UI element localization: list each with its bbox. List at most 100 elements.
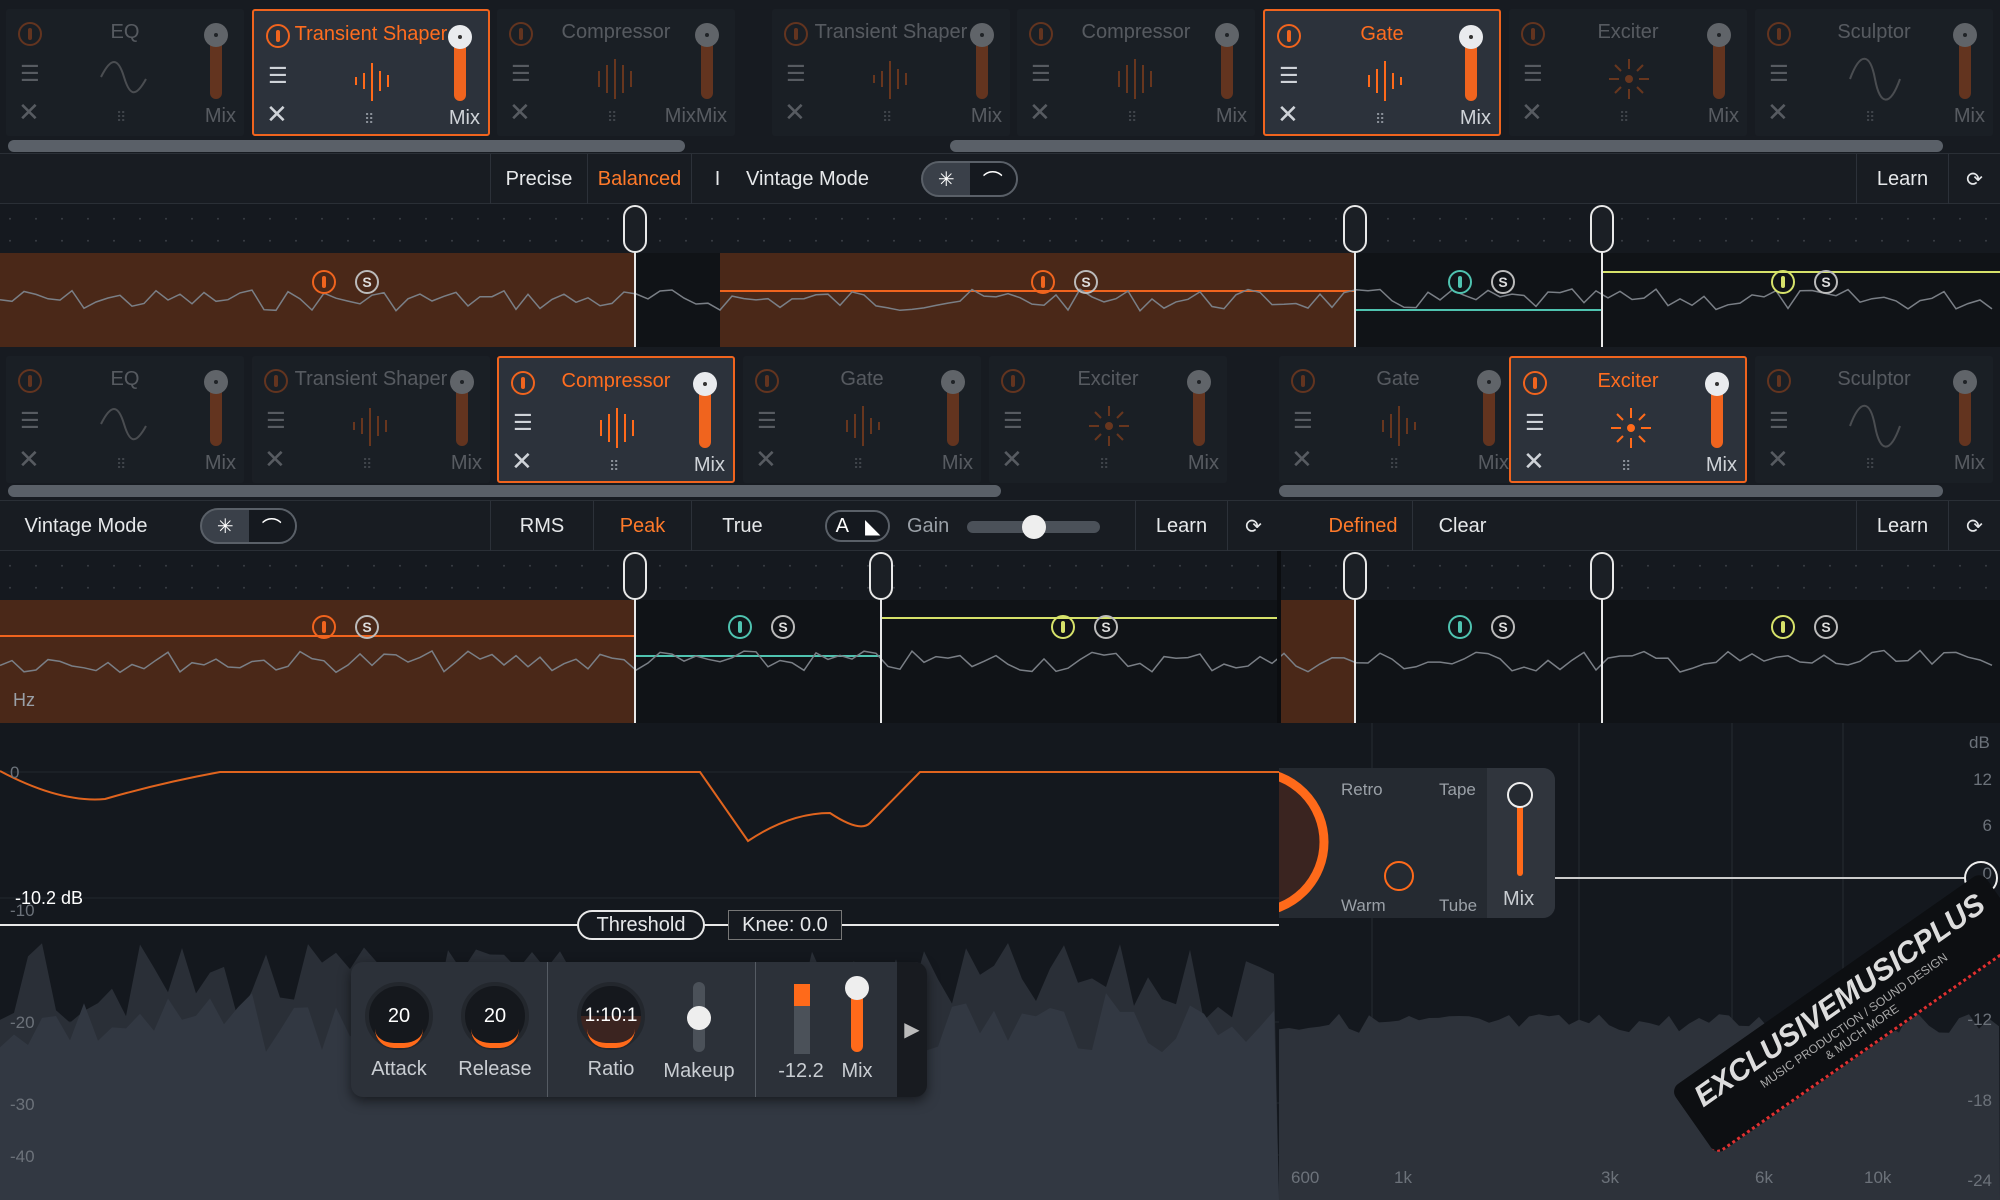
drag-handle-icon[interactable]: ⠿ [1865,109,1876,126]
makeup-slider[interactable] [687,982,711,1052]
crossover-handle[interactable] [869,552,893,600]
mode-toggle-2[interactable]: ✳ ⌒ [200,508,297,544]
close-icon[interactable]: ✕ [18,97,40,128]
refresh-icon[interactable]: ⟳ [1948,154,2000,205]
learn-button[interactable]: Learn [1856,154,1948,205]
mix-slider-knob[interactable] [450,370,474,394]
list-icon[interactable]: ☰ [1279,63,1299,89]
mix-slider-knob[interactable] [1953,23,1977,47]
drag-handle-icon[interactable]: ⠿ [1127,109,1138,126]
retro-label[interactable]: Retro [1341,780,1383,800]
tape-label[interactable]: Tape [1439,780,1476,800]
list-icon[interactable]: ☰ [1293,408,1313,434]
drag-handle-icon[interactable]: ⠿ [364,111,375,128]
list-icon[interactable]: ☰ [1031,61,1051,87]
mix-slider-knob[interactable] [941,370,965,394]
module-gate[interactable]: Gate ☰ ✕ ⠿ Mix [1279,356,1517,483]
mode-toggle[interactable]: ✳ ⌒ [921,161,1018,197]
list-icon[interactable]: ☰ [1769,61,1789,87]
mix-slider-knob[interactable] [204,370,228,394]
module-exciter[interactable]: Exciter ☰ ✕ ⠿ Mix [989,356,1227,483]
mix-slider-knob[interactable] [1707,23,1731,47]
balanced-button[interactable]: Balanced [587,154,691,205]
module-transient-shaper[interactable]: Transient Shaper ☰ ✕ ⠿ Mix [772,9,1010,136]
module-scrollbar-right[interactable] [950,140,1943,152]
gain-slider[interactable] [967,515,1100,539]
close-icon[interactable]: ✕ [1277,99,1299,130]
module-sculptor[interactable]: Sculptor ☰ ✕ ⠿ Mix [1755,9,1993,136]
exciter-mix-slider[interactable] [1507,782,1533,876]
mix-slider-knob[interactable] [970,23,994,47]
band-region-selected[interactable] [1279,600,1355,723]
list-icon[interactable]: ☰ [511,61,531,87]
drag-handle-icon[interactable]: ⠿ [1099,456,1110,473]
list-icon[interactable]: ☰ [268,63,288,89]
crossover-handle[interactable] [623,205,647,253]
mix-slider-knob[interactable] [1705,372,1729,396]
crossover-handle[interactable] [623,552,647,600]
list-icon[interactable]: ☰ [1523,61,1543,87]
mix-slider-knob[interactable] [1459,25,1483,49]
module-scrollbar-left-2[interactable] [8,485,1001,497]
mix-slider-knob[interactable] [448,25,472,49]
close-icon[interactable]: ✕ [1001,444,1023,475]
mode-xy-pad-handle[interactable] [1384,861,1414,891]
drag-handle-icon[interactable]: ⠿ [607,109,618,126]
crossover-handle[interactable] [1343,205,1367,253]
true-button[interactable]: True [691,501,793,552]
list-icon[interactable]: ☰ [1003,408,1023,434]
module-gate[interactable]: Gate ☰ ✕ ⠿ Mix [1263,9,1501,136]
knee-box[interactable]: Knee: 0.0 [728,910,842,940]
module-exciter[interactable]: Exciter ☰ ✕ ⠿ Mix [1509,9,1747,136]
defined-button[interactable]: Defined [1314,501,1412,552]
mix-slider-knob[interactable] [693,372,717,396]
band-region-selected[interactable] [720,253,1355,347]
close-icon[interactable]: ✕ [18,444,40,475]
drag-handle-icon[interactable]: ⠿ [609,458,620,475]
drag-handle-icon[interactable]: ⠿ [362,456,373,473]
drag-handle-icon[interactable]: ⠿ [882,109,893,126]
learn-button-3[interactable]: Learn [1856,501,1948,552]
drag-handle-icon[interactable]: ⠿ [853,456,864,473]
module-compressor[interactable]: Compressor ☰ ✕ ⠿ Mix [497,356,735,483]
band-region-selected[interactable] [0,253,635,347]
list-icon[interactable]: ☰ [786,61,806,87]
learn-button-2[interactable]: Learn [1135,501,1227,552]
close-icon[interactable]: ✕ [264,444,286,475]
rms-button[interactable]: RMS [490,501,593,552]
drag-handle-icon[interactable]: ⠿ [1865,456,1876,473]
list-icon[interactable]: ☰ [266,408,286,434]
close-icon[interactable]: ✕ [509,97,531,128]
clear-button[interactable]: Clear [1412,501,1512,552]
warm-label[interactable]: Warm [1341,896,1386,916]
crossover-handle[interactable] [1590,552,1614,600]
refresh-icon[interactable]: ⟳ [1227,501,1279,552]
module-compressor[interactable]: Compressor ☰ ✕ ⠿ MixMix [497,9,735,136]
drag-handle-icon[interactable]: ⠿ [116,109,127,126]
list-icon[interactable]: ☰ [20,408,40,434]
attack-knob[interactable]: 20 [365,982,433,1050]
close-icon[interactable]: ✕ [1523,446,1545,477]
close-icon[interactable]: ✕ [1291,444,1313,475]
mix-slider-knob[interactable] [204,23,228,47]
mix-slider-knob[interactable] [1477,370,1501,394]
drag-handle-icon[interactable]: ⠿ [1375,111,1386,128]
release-knob[interactable]: 20 [461,982,529,1050]
mix-slider[interactable] [845,976,869,1052]
module-scrollbar-left[interactable] [8,140,685,152]
ab-toggle[interactable]: A ◣ [825,510,890,542]
drag-handle-icon[interactable]: ⠿ [116,456,127,473]
module-eq[interactable]: EQ ☰ ✕ ⠿ Mix [6,9,244,136]
precise-button[interactable]: Precise [490,154,587,205]
close-icon[interactable]: ✕ [784,97,806,128]
mix-slider-knob[interactable] [1953,370,1977,394]
expand-arrow-icon[interactable]: ▶ [897,962,927,1097]
refresh-icon[interactable]: ⟳ [1948,501,2000,552]
ratio-knob[interactable]: 1:10:1 [577,982,645,1050]
drag-handle-icon[interactable]: ⠿ [1621,458,1632,475]
list-icon[interactable]: ☰ [1525,410,1545,436]
mix-slider-knob[interactable] [1215,23,1239,47]
close-icon[interactable]: ✕ [1521,97,1543,128]
drag-handle-icon[interactable]: ⠿ [1389,456,1400,473]
list-icon[interactable]: ☰ [513,410,533,436]
